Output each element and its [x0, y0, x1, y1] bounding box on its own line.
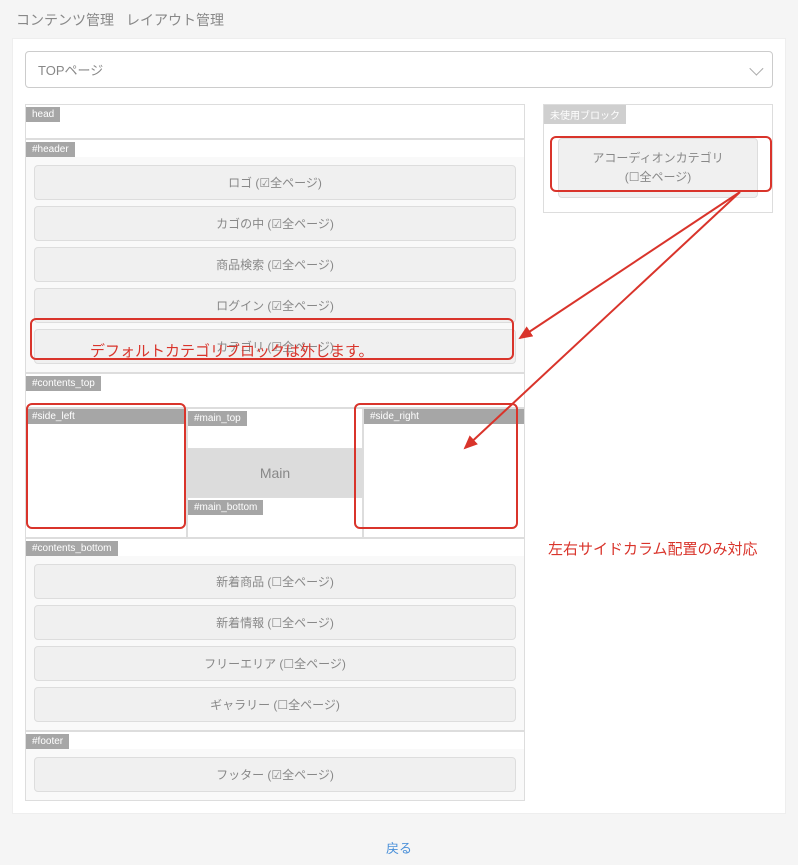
breadcrumb-subsection: レイアウト管理 — [126, 10, 224, 30]
region-tag-footer: #footer — [26, 734, 69, 749]
page-header: コンテンツ管理 レイアウト管理 — [0, 0, 798, 30]
block-accordion-category[interactable]: アコーディオンカテゴリ (☐全ページ) — [558, 138, 758, 198]
header-block-4[interactable]: カテゴリ (☑全ページ) — [34, 329, 516, 364]
region-header[interactable]: #header ロゴ (☑全ページ) カゴの中 (☑全ページ) 商品検索 (☑全ペー… — [25, 139, 525, 373]
block-accordion-line1: アコーディオンカテゴリ — [565, 149, 751, 168]
region-main-bottom[interactable]: #main_bottom — [187, 497, 363, 537]
region-tag-side-left: #side_left — [26, 409, 186, 424]
region-columns: #side_left #main_top Main #main_bottom — [25, 408, 525, 538]
region-main: Main — [187, 449, 363, 497]
region-tag-side-right: #side_right — [364, 409, 524, 424]
page-select[interactable]: TOPページ — [25, 51, 773, 88]
contents-bottom-block-1[interactable]: 新着情報 (☐全ページ) — [34, 605, 516, 640]
region-tag-header: #header — [26, 142, 75, 157]
region-contents-top[interactable]: #contents_top — [25, 373, 525, 408]
header-block-3[interactable]: ログイン (☑全ページ) — [34, 288, 516, 323]
region-head[interactable]: head — [25, 104, 525, 139]
page-select-value: TOPページ — [38, 60, 103, 79]
contents-bottom-block-3[interactable]: ギャラリー (☐全ページ) — [34, 687, 516, 722]
contents-bottom-block-0[interactable]: 新着商品 (☐全ページ) — [34, 564, 516, 599]
header-block-0[interactable]: ロゴ (☑全ページ) — [34, 165, 516, 200]
breadcrumb-section: コンテンツ管理 — [16, 10, 114, 30]
header-block-1[interactable]: カゴの中 (☑全ページ) — [34, 206, 516, 241]
layout-right-column: 未使用ブロック アコーディオンカテゴリ (☐全ページ) — [543, 104, 773, 213]
region-contents-bottom[interactable]: #contents_bottom 新着商品 (☐全ページ) 新着情報 (☐全ページ… — [25, 538, 525, 731]
unused-blocks-panel[interactable]: 未使用ブロック アコーディオンカテゴリ (☐全ページ) — [543, 104, 773, 213]
region-tag-main-top: #main_top — [188, 411, 247, 426]
region-center: #main_top Main #main_bottom — [187, 408, 363, 538]
region-tag-main-bottom: #main_bottom — [188, 500, 263, 515]
region-tag-unused: 未使用ブロック — [544, 105, 626, 124]
footer-block-0[interactable]: フッター (☑全ページ) — [34, 757, 516, 792]
region-tag-contents-bottom: #contents_bottom — [26, 541, 118, 556]
region-tag-contents-top: #contents_top — [26, 376, 101, 391]
contents-bottom-block-2[interactable]: フリーエリア (☐全ページ) — [34, 646, 516, 681]
region-side-left[interactable]: #side_left — [25, 408, 187, 538]
block-accordion-line2: (☐全ページ) — [565, 168, 751, 187]
layout-left-column: head #header ロゴ (☑全ページ) カゴの中 (☑全ページ) 商品検索 … — [25, 104, 525, 801]
main-panel: TOPページ head #header ロゴ (☑全ページ) カゴの中 (☑全ペー… — [12, 38, 786, 814]
region-tag-head: head — [26, 107, 60, 122]
region-main-top[interactable]: #main_top — [187, 409, 363, 449]
back-link[interactable]: 戻る — [386, 841, 412, 856]
header-block-2[interactable]: 商品検索 (☑全ページ) — [34, 247, 516, 282]
region-footer[interactable]: #footer フッター (☑全ページ) — [25, 731, 525, 801]
chevron-down-icon — [749, 61, 763, 75]
region-side-right[interactable]: #side_right — [363, 408, 525, 538]
